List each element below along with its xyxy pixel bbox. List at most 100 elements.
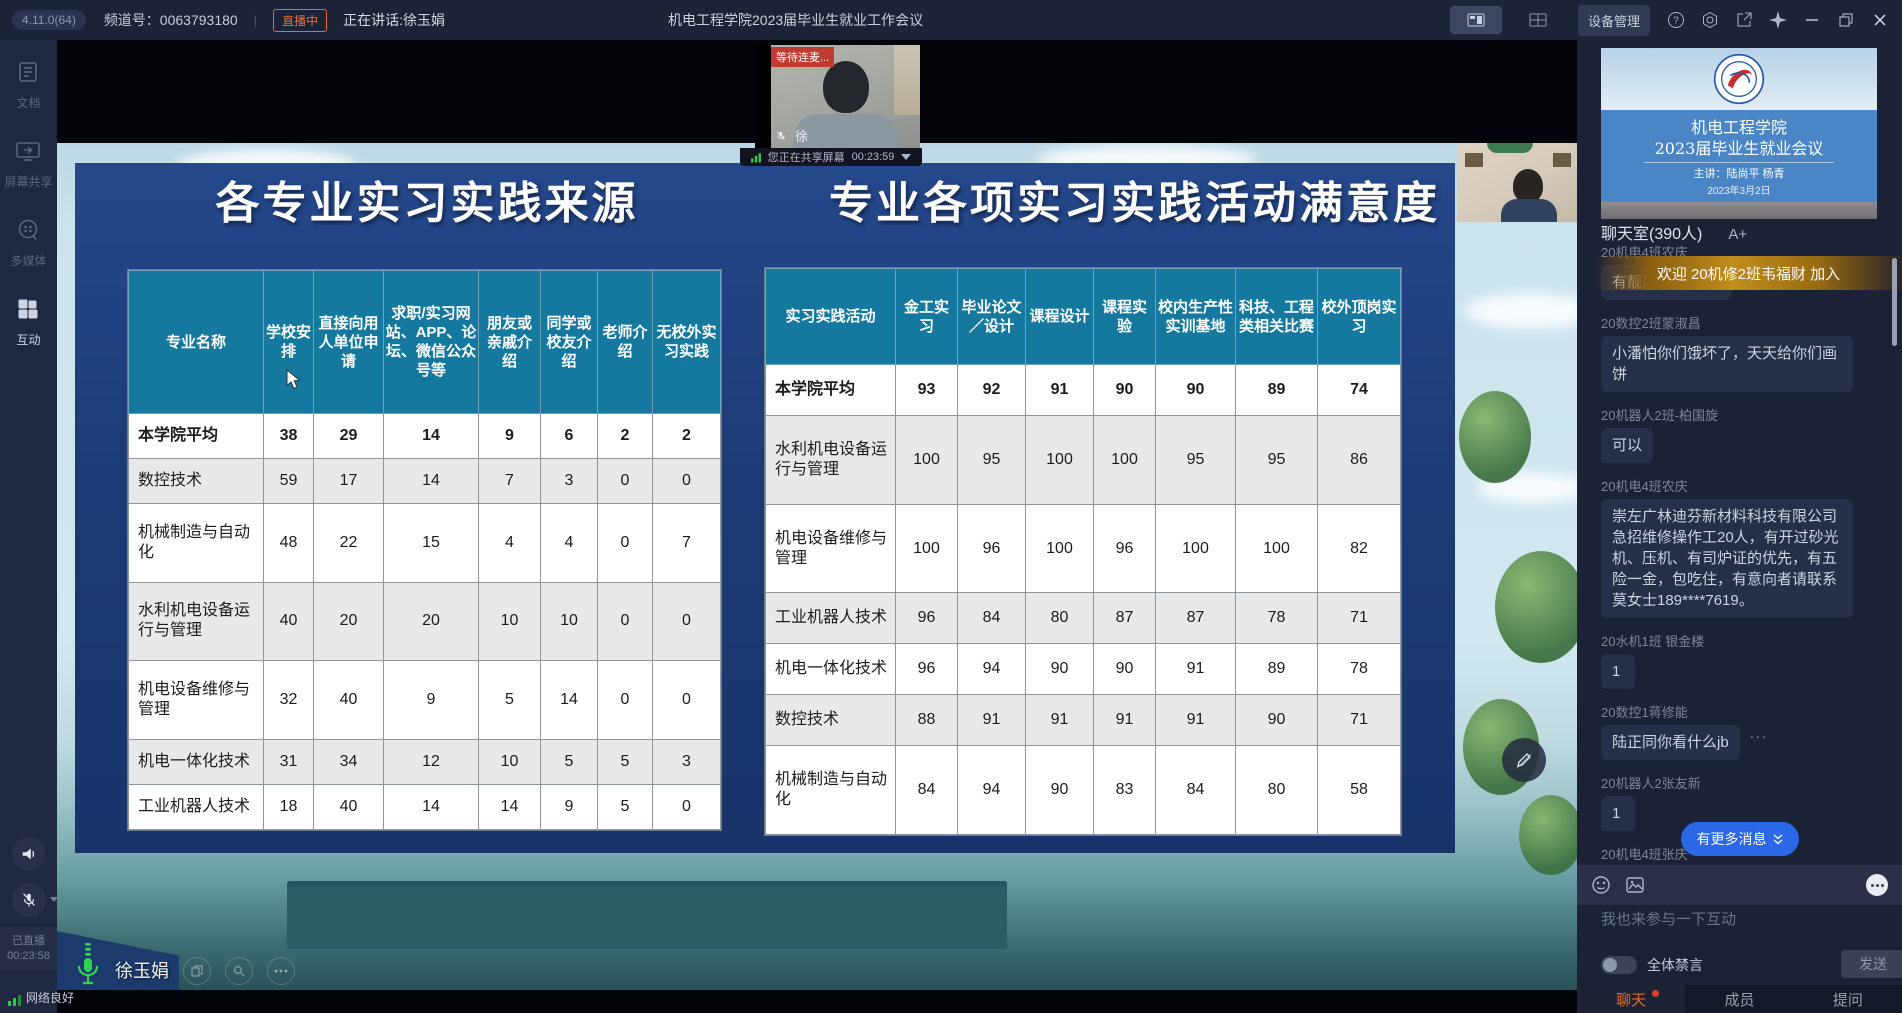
column-header: 毕业论文／设计	[958, 269, 1026, 365]
help-icon[interactable]: ?	[1664, 8, 1688, 32]
chat-sender: 20数控2班蒙淑昌	[1601, 316, 1883, 331]
chat-bubble: 1	[1601, 796, 1635, 831]
panel-tab-chat[interactable]: 聊天	[1577, 985, 1685, 1013]
guest-video-tile: 等待连麦... 徐	[755, 45, 920, 148]
table-cell: 34	[314, 739, 384, 784]
sidebar-item-multimedia[interactable]: 多媒体	[10, 218, 46, 269]
table-header-row: 实习实践活动金工实习毕业论文／设计课程设计课程实验校内生产性实训基地科技、工程类…	[766, 269, 1401, 365]
speaker-button[interactable]	[12, 837, 46, 871]
more-messages-button[interactable]: 有更多消息	[1681, 822, 1799, 856]
magnifier-icon	[233, 965, 245, 977]
network-signal-icon	[8, 993, 21, 1006]
mute-all-toggle[interactable]	[1601, 956, 1637, 974]
microphone-muted-button[interactable]	[12, 883, 46, 917]
panel-tab-members[interactable]: 成员	[1685, 985, 1793, 1013]
preview-foreground	[1601, 202, 1877, 219]
sidebar-item-screen-share[interactable]: 屏幕共享	[4, 139, 52, 190]
table-cell: 80	[1026, 593, 1094, 644]
svg-text:?: ?	[1673, 16, 1679, 27]
table-cell: 22	[314, 504, 384, 583]
chat-message-list[interactable]: 20机电4班农庆有靓厂 广林迪芬20数控2班蒙淑昌小潘怕你们饿坏了，天天给你们画…	[1601, 245, 1883, 867]
row-label: 工业机器人技术	[129, 784, 264, 829]
table-cell: 90	[1026, 746, 1094, 835]
table-cell: 91	[1026, 695, 1094, 746]
magnifier-button[interactable]	[225, 957, 253, 985]
active-mic-icon	[75, 941, 101, 987]
pin-icon[interactable]	[1766, 8, 1790, 32]
row-label: 机电一体化技术	[766, 644, 896, 695]
mute-all-label: 全体禁言	[1647, 955, 1703, 975]
message-overflow-ellipsis[interactable]: ...	[1750, 725, 1769, 742]
table-cell: 78	[1318, 644, 1401, 695]
table-cell: 2	[653, 414, 721, 459]
row-label: 机电一体化技术	[129, 739, 264, 784]
table-cell: 86	[1318, 415, 1401, 504]
table-cell: 78	[1236, 593, 1318, 644]
tree-illustration	[1459, 391, 1531, 483]
image-icon[interactable]	[1625, 875, 1645, 895]
column-header: 校外顶岗实习	[1318, 269, 1401, 365]
minimize-button[interactable]	[1800, 8, 1824, 32]
maximize-restore-button[interactable]	[1834, 8, 1858, 32]
chat-scrollbar[interactable]	[1892, 258, 1897, 346]
popout-icon[interactable]	[1732, 8, 1756, 32]
table-cell: 91	[958, 695, 1026, 746]
layout-grid-view-button[interactable]	[1512, 6, 1564, 34]
ceiling-fan-decor	[1487, 143, 1533, 153]
more-options-button[interactable]	[267, 957, 295, 985]
panel-tab-questions[interactable]: 提问	[1794, 985, 1902, 1013]
table-cell: 0	[598, 582, 653, 661]
campus-building-illustration	[287, 881, 1007, 949]
table-cell: 96	[958, 504, 1026, 593]
layout-sidebar-view-button[interactable]	[1450, 6, 1502, 34]
row-label: 数控技术	[129, 459, 264, 504]
table-cell: 90	[1094, 365, 1156, 416]
table-cell: 2	[598, 414, 653, 459]
table-cell: 90	[1156, 365, 1236, 416]
chat-input[interactable]: 我也来参与一下互动	[1601, 908, 1736, 929]
ellipsis-icon	[274, 969, 288, 973]
annotate-pen-button[interactable]	[1502, 738, 1546, 782]
send-button[interactable]: 发送	[1841, 950, 1902, 978]
table-row: 水利机电设备运行与管理402020101000	[129, 582, 721, 661]
table-cell: 6	[541, 414, 598, 459]
table-row: 机械制造与自动化4822154407	[129, 504, 721, 583]
copy-pages-button[interactable]	[183, 957, 211, 985]
table-cell: 0	[653, 582, 721, 661]
table-cell: 100	[1026, 504, 1094, 593]
table-cell: 94	[958, 644, 1026, 695]
emoji-icon[interactable]	[1591, 875, 1611, 895]
share-banner-chevron[interactable]	[901, 154, 911, 160]
table-cell: 14	[384, 414, 479, 459]
table-row: 机电设备维修与管理3240951400	[129, 661, 721, 740]
pages-icon	[191, 965, 203, 977]
settings-gear-icon[interactable]	[1698, 8, 1722, 32]
sidebar-item-docs[interactable]: 文档	[16, 60, 40, 111]
row-label: 机械制造与自动化	[766, 746, 896, 835]
chat-sender: 20机电4班农庆	[1601, 479, 1883, 494]
table-cell: 80	[1236, 746, 1318, 835]
live-duration-block: 已直播 00:23:58	[0, 927, 57, 971]
sidebar-item-interaction[interactable]: 互动	[16, 297, 40, 348]
layout-sidebar-icon	[1467, 13, 1485, 27]
right-panel: 机电工程学院 2023届毕业生就业会议 主讲：陆尚平 杨青 2023年3月2日 …	[1577, 40, 1902, 1013]
table-cell: 10	[541, 582, 598, 661]
chat-font-size-button[interactable]: A+	[1728, 226, 1747, 243]
table-cell: 89	[1236, 365, 1318, 416]
close-button[interactable]	[1868, 8, 1892, 32]
picture-frame-decor	[1553, 153, 1571, 167]
active-speaker-name: 徐玉娟	[115, 957, 169, 987]
cloud-decor	[1465, 293, 1577, 329]
mic-device-caret[interactable]	[50, 897, 58, 902]
preview-title-block: 机电工程学院 2023届毕业生就业会议 主讲：陆尚平 杨青 2023年3月2日	[1601, 110, 1877, 202]
chat-more-tools-button[interactable]	[1866, 874, 1888, 896]
tree-illustration	[1495, 551, 1577, 663]
row-label: 水利机电设备运行与管理	[129, 582, 264, 661]
slide-preview-card: 机电工程学院 2023届毕业生就业会议 主讲：陆尚平 杨青 2023年3月2日	[1601, 48, 1877, 219]
left-sidebar: 文档屏幕共享多媒体互动 已直播 00:23:58	[0, 40, 57, 1013]
device-management-button[interactable]: 设备管理	[1578, 5, 1650, 36]
table-cell: 100	[1156, 504, 1236, 593]
table-cell: 40	[314, 784, 384, 829]
active-speaker-overlay: 徐玉娟	[75, 941, 295, 987]
table-cell: 90	[1026, 644, 1094, 695]
